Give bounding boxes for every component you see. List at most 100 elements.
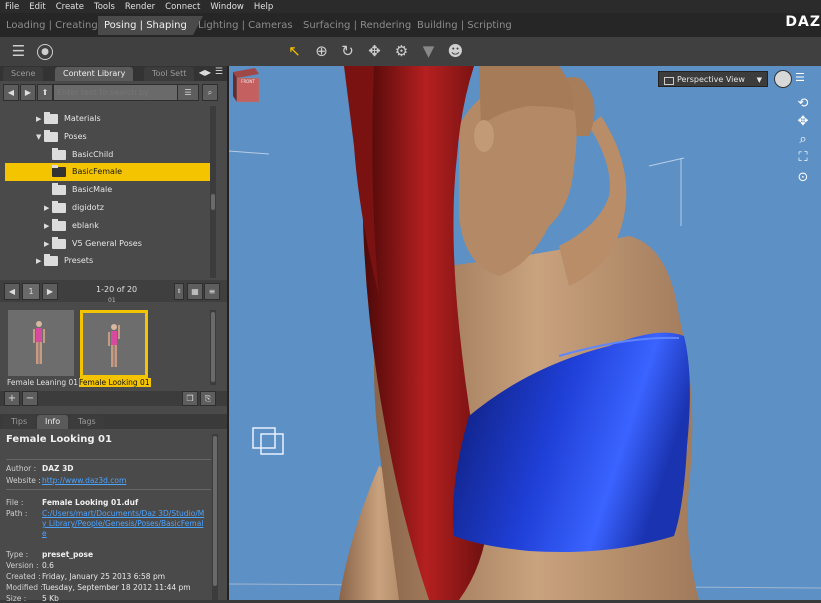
- tree-item[interactable]: ▶ eblank: [5, 217, 210, 235]
- activity-tab-3[interactable]: Surfacing | Rendering: [297, 16, 417, 35]
- view-selector[interactable]: Perspective View: [658, 71, 768, 88]
- folder-icon: [52, 218, 66, 231]
- menu-create[interactable]: Create: [51, 2, 89, 12]
- thumb-actions: + − ❐ ⎘: [0, 391, 227, 406]
- filter-icon[interactable]: ▼: [420, 43, 437, 60]
- tree-item[interactable]: BasicMale: [5, 181, 210, 199]
- info-scrollbar[interactable]: [212, 434, 218, 600]
- info-title: Female Looking 01: [6, 434, 112, 445]
- thumb-scrollbar[interactable]: [210, 310, 216, 385]
- pose-thumbnail[interactable]: [8, 310, 74, 376]
- tree-item-label: V5 General Poses: [72, 238, 142, 248]
- collapsed-arrow-icon[interactable]: ▶: [36, 252, 41, 270]
- collapsed-arrow-icon[interactable]: ▶: [44, 199, 49, 217]
- view-cube[interactable]: FRONT: [229, 66, 261, 104]
- pane-options-icon[interactable]: ☰: [215, 67, 223, 77]
- info-tab-tags[interactable]: Tags: [70, 415, 104, 429]
- collapsed-arrow-icon[interactable]: ▶: [36, 110, 41, 128]
- activity-tabs: Loading | Creating Posing | Shaping Lighti…: [0, 13, 821, 37]
- search-input[interactable]: [53, 84, 179, 101]
- 3d-viewport[interactable]: Perspective View ☰ FRONT ⟲ ✥ ⌕ ⛶ ⊙: [229, 66, 821, 600]
- tree-item[interactable]: ▼ Poses: [5, 128, 210, 146]
- tree-item[interactable]: ▶ Materials: [5, 110, 210, 128]
- tree-item-label: BasicMale: [72, 185, 113, 195]
- page-sub: 01: [108, 297, 116, 304]
- rotate-icon[interactable]: ↻: [339, 43, 356, 60]
- expanded-arrow-icon[interactable]: ▼: [36, 128, 41, 146]
- info-tab-info[interactable]: Info: [37, 415, 69, 429]
- tree-item[interactable]: ▶ Presets: [5, 252, 210, 270]
- tree-item-label: Presets: [64, 256, 94, 266]
- menu-connect[interactable]: Connect: [160, 2, 205, 12]
- add-button[interactable]: +: [4, 391, 20, 406]
- menu-tools[interactable]: Tools: [89, 2, 120, 12]
- menu-help[interactable]: Help: [249, 2, 278, 12]
- tab-scroll-arrows[interactable]: ◀▶: [199, 68, 211, 77]
- view-mode-icon[interactable]: ☰: [177, 84, 199, 101]
- type-value: preset_pose: [42, 550, 94, 559]
- figure-preview-icon: [33, 321, 45, 364]
- tree-scrollbar[interactable]: [210, 106, 216, 278]
- folder-icon: [52, 165, 66, 178]
- panel-tab-1[interactable]: Content Library: [55, 67, 134, 81]
- remove-button[interactable]: −: [22, 391, 38, 406]
- back-icon[interactable]: ◀: [3, 84, 19, 101]
- created-label: Created :: [6, 572, 41, 581]
- panel-tab-2[interactable]: Tool Sett: [144, 67, 195, 81]
- translate-icon[interactable]: ✥: [366, 43, 383, 60]
- website-link[interactable]: http://www.daz3d.com: [42, 476, 126, 485]
- page-number[interactable]: 1: [22, 283, 40, 300]
- tree-item[interactable]: ▶ V5 General Poses: [5, 235, 210, 253]
- next-page-icon[interactable]: ▶: [42, 283, 58, 300]
- size-stepper[interactable]: ⇕: [174, 283, 184, 300]
- panel-tab-0[interactable]: Scene: [3, 67, 44, 81]
- pane-menu-icon[interactable]: ☰: [10, 43, 27, 60]
- pointer-icon[interactable]: ↖: [286, 43, 303, 60]
- menu-window[interactable]: Window: [205, 2, 249, 12]
- menu-render[interactable]: Render: [120, 2, 160, 12]
- info-tab-tips[interactable]: Tips: [3, 415, 36, 429]
- pose-thumbnail[interactable]: [80, 310, 148, 378]
- zoom-icon[interactable]: ⌕: [795, 132, 811, 148]
- file-value: Female Looking 01.duf: [42, 498, 139, 507]
- pan-icon[interactable]: ✥: [795, 114, 811, 130]
- menu-file[interactable]: File: [0, 2, 24, 12]
- path-link[interactable]: C:/Users/mart/Documents/Daz 3D/Studio/My…: [42, 509, 207, 539]
- forward-icon[interactable]: ▶: [20, 84, 36, 101]
- tool-settings-icon[interactable]: ●: [37, 44, 53, 60]
- path-label: Path :: [6, 509, 28, 518]
- frame-icon[interactable]: ⛶: [795, 150, 811, 166]
- created-value: Friday, January 25 2013 6:58 pm: [42, 572, 166, 581]
- activity-tab-1[interactable]: Posing | Shaping: [98, 16, 203, 35]
- collapsed-arrow-icon[interactable]: ▶: [44, 235, 49, 253]
- folder-icon: [52, 236, 66, 249]
- folder-icon: [52, 147, 66, 160]
- tree-item[interactable]: ▶ digidotz: [5, 199, 210, 217]
- export-icon[interactable]: ⎘: [200, 391, 216, 406]
- tree-item[interactable]: BasicChild: [5, 146, 210, 164]
- activity-tab-2[interactable]: Lighting | Cameras: [192, 16, 299, 35]
- orbit-icon[interactable]: ⟲: [795, 96, 811, 112]
- figure-icon[interactable]: ☻: [447, 43, 464, 60]
- type-label: Type :: [6, 550, 29, 559]
- up-icon[interactable]: ⬆: [37, 84, 53, 101]
- collapsed-arrow-icon[interactable]: ▶: [44, 217, 49, 235]
- prev-page-icon[interactable]: ◀: [4, 283, 20, 300]
- daz-logo: DAZ: [785, 14, 821, 30]
- reset-view-icon[interactable]: ⊙: [795, 170, 811, 186]
- activity-tab-0[interactable]: Loading | Creating: [0, 16, 104, 35]
- folder-icon: [44, 112, 58, 124]
- copy-icon[interactable]: ❐: [182, 391, 198, 406]
- universal-tool-icon[interactable]: ⊕: [313, 43, 330, 60]
- draw-style-icon[interactable]: [774, 70, 792, 88]
- menu-edit[interactable]: Edit: [24, 2, 50, 12]
- viewport-menu-icon[interactable]: ☰: [795, 71, 805, 84]
- tree-item-label: BasicFemale: [72, 167, 123, 177]
- icon-view-icon[interactable]: ▦: [187, 283, 203, 300]
- pose-thumbnail-label: Female Leaning 01: [7, 378, 79, 387]
- list-view-icon[interactable]: ≡: [204, 283, 220, 300]
- activity-tab-4[interactable]: Building | Scripting: [411, 16, 518, 35]
- tree-item[interactable]: BasicFemale: [5, 163, 210, 182]
- joint-editor-icon[interactable]: ⚙: [393, 43, 410, 60]
- search-icon[interactable]: ⌕: [202, 84, 218, 101]
